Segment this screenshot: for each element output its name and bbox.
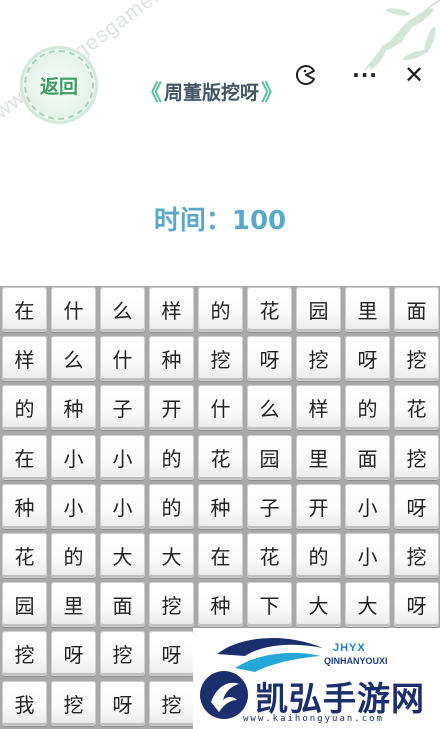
grid-cell[interactable]: 呀	[394, 484, 439, 529]
grid-cell[interactable]: 么	[100, 287, 145, 332]
grid-cell[interactable]: 园	[247, 435, 292, 480]
grid-cell[interactable]: 什	[100, 336, 145, 381]
grid-cell[interactable]: 呀	[149, 631, 194, 676]
ad-url: www.kaihongyuan.com	[243, 714, 384, 724]
grid-cell[interactable]: 开	[296, 484, 341, 529]
grid-cell[interactable]: 种	[2, 484, 47, 529]
page-title: 《 周董版挖呀 》	[140, 74, 283, 108]
grid-cell[interactable]: 的	[149, 435, 194, 480]
grid-cell[interactable]: 呀	[100, 681, 145, 726]
grid-cell[interactable]: 里	[296, 435, 341, 480]
back-button[interactable]: 返回	[20, 46, 98, 124]
grid-cell[interactable]: 挖	[2, 631, 47, 676]
grid-cell[interactable]: 呀	[247, 336, 292, 381]
grid-cell[interactable]: 小	[51, 435, 96, 480]
grid-cell[interactable]: 挖	[394, 533, 439, 578]
grid-cell[interactable]: 么	[247, 385, 292, 430]
grid-cell[interactable]: 样	[149, 287, 194, 332]
grid-cell[interactable]: 的	[345, 385, 390, 430]
grid-cell[interactable]: 在	[2, 435, 47, 480]
grid-cell[interactable]: 大	[345, 582, 390, 627]
game-mode-button[interactable]	[292, 62, 320, 88]
grid-cell[interactable]: 里	[345, 287, 390, 332]
grid-cell[interactable]: 什	[198, 385, 243, 430]
grid-cell[interactable]: 园	[296, 287, 341, 332]
grid-cell[interactable]: 花	[247, 533, 292, 578]
grid-cell[interactable]: 呀	[51, 631, 96, 676]
grid-cell[interactable]: 的	[2, 385, 47, 430]
grid-cell[interactable]: 小	[345, 533, 390, 578]
grid-cell[interactable]: 开	[149, 385, 194, 430]
grid-cell[interactable]: 小	[100, 484, 145, 529]
grid-cell[interactable]: 什	[51, 287, 96, 332]
grid-cell[interactable]: 里	[51, 582, 96, 627]
grid-cell[interactable]: 小	[345, 484, 390, 529]
grid-cell[interactable]: 呀	[345, 336, 390, 381]
title-text: 周董版挖呀	[164, 81, 260, 104]
grid-cell[interactable]: 我	[2, 681, 47, 726]
grid-cell[interactable]: 挖	[394, 336, 439, 381]
grid-cell[interactable]: 样	[296, 385, 341, 430]
grid-cell[interactable]: 挖	[394, 435, 439, 480]
grid-cell[interactable]: 面	[345, 435, 390, 480]
ad-banner[interactable]: JHYX QINHANYOUXI 凯弘手游网 www.kaihongyuan.c…	[193, 628, 440, 729]
grid-cell[interactable]: 挖	[51, 681, 96, 726]
grid-cell[interactable]: 在	[198, 533, 243, 578]
grid-cell[interactable]: 花	[247, 287, 292, 332]
grid-cell[interactable]: 园	[2, 582, 47, 627]
ad-brand-name: QINHANYOUXI	[324, 656, 388, 666]
grid-cell[interactable]: 大	[296, 582, 341, 627]
grid-cell[interactable]: 挖	[149, 582, 194, 627]
back-button-label: 返回	[39, 75, 78, 98]
grid-cell[interactable]: 的	[149, 484, 194, 529]
close-button[interactable]: ✕	[400, 61, 428, 89]
pacman-icon	[295, 64, 315, 85]
grid-cell[interactable]: 在	[2, 287, 47, 332]
grid-cell[interactable]: 种	[51, 385, 96, 430]
title-left-mark: 《	[140, 81, 163, 106]
grid-cell[interactable]: 挖	[149, 681, 194, 726]
grid-cell[interactable]: 种	[198, 484, 243, 529]
grid-cell[interactable]: 小	[51, 484, 96, 529]
more-icon: ···	[352, 63, 378, 87]
close-icon: ✕	[403, 61, 425, 89]
timer-display: 时间：100	[153, 206, 287, 236]
ad-brand-code: JHYX	[333, 642, 366, 654]
grid-cell[interactable]: 面	[394, 287, 439, 332]
grid-cell[interactable]: 花	[198, 435, 243, 480]
grid-cell[interactable]: 挖	[100, 631, 145, 676]
grid-cell[interactable]: 样	[2, 336, 47, 381]
grid-cell[interactable]: 挖	[198, 336, 243, 381]
grid-cell[interactable]: 种	[149, 336, 194, 381]
more-options-button[interactable]: ···	[350, 62, 380, 88]
grid-cell[interactable]: 大	[100, 533, 145, 578]
grid-cell[interactable]: 花	[394, 385, 439, 430]
grid-cell[interactable]: 小	[100, 435, 145, 480]
grid-cell[interactable]: 花	[2, 533, 47, 578]
grid-cell[interactable]: 子	[100, 385, 145, 430]
grid-cell[interactable]: 么	[51, 336, 96, 381]
grid-cell[interactable]: 呀	[394, 582, 439, 627]
grid-cell[interactable]: 子	[247, 484, 292, 529]
title-right-mark: 》	[261, 81, 284, 106]
grid-cell[interactable]: 下	[247, 582, 292, 627]
grid-cell[interactable]: 的	[198, 287, 243, 332]
grid-cell[interactable]: 种	[198, 582, 243, 627]
ad-site-name: 凯弘手游网	[255, 679, 425, 718]
grid-cell[interactable]: 大	[149, 533, 194, 578]
grid-cell[interactable]: 挖	[296, 336, 341, 381]
grid-cell[interactable]: 的	[296, 533, 341, 578]
grid-cell[interactable]: 的	[51, 533, 96, 578]
grid-cell[interactable]: 面	[100, 582, 145, 627]
